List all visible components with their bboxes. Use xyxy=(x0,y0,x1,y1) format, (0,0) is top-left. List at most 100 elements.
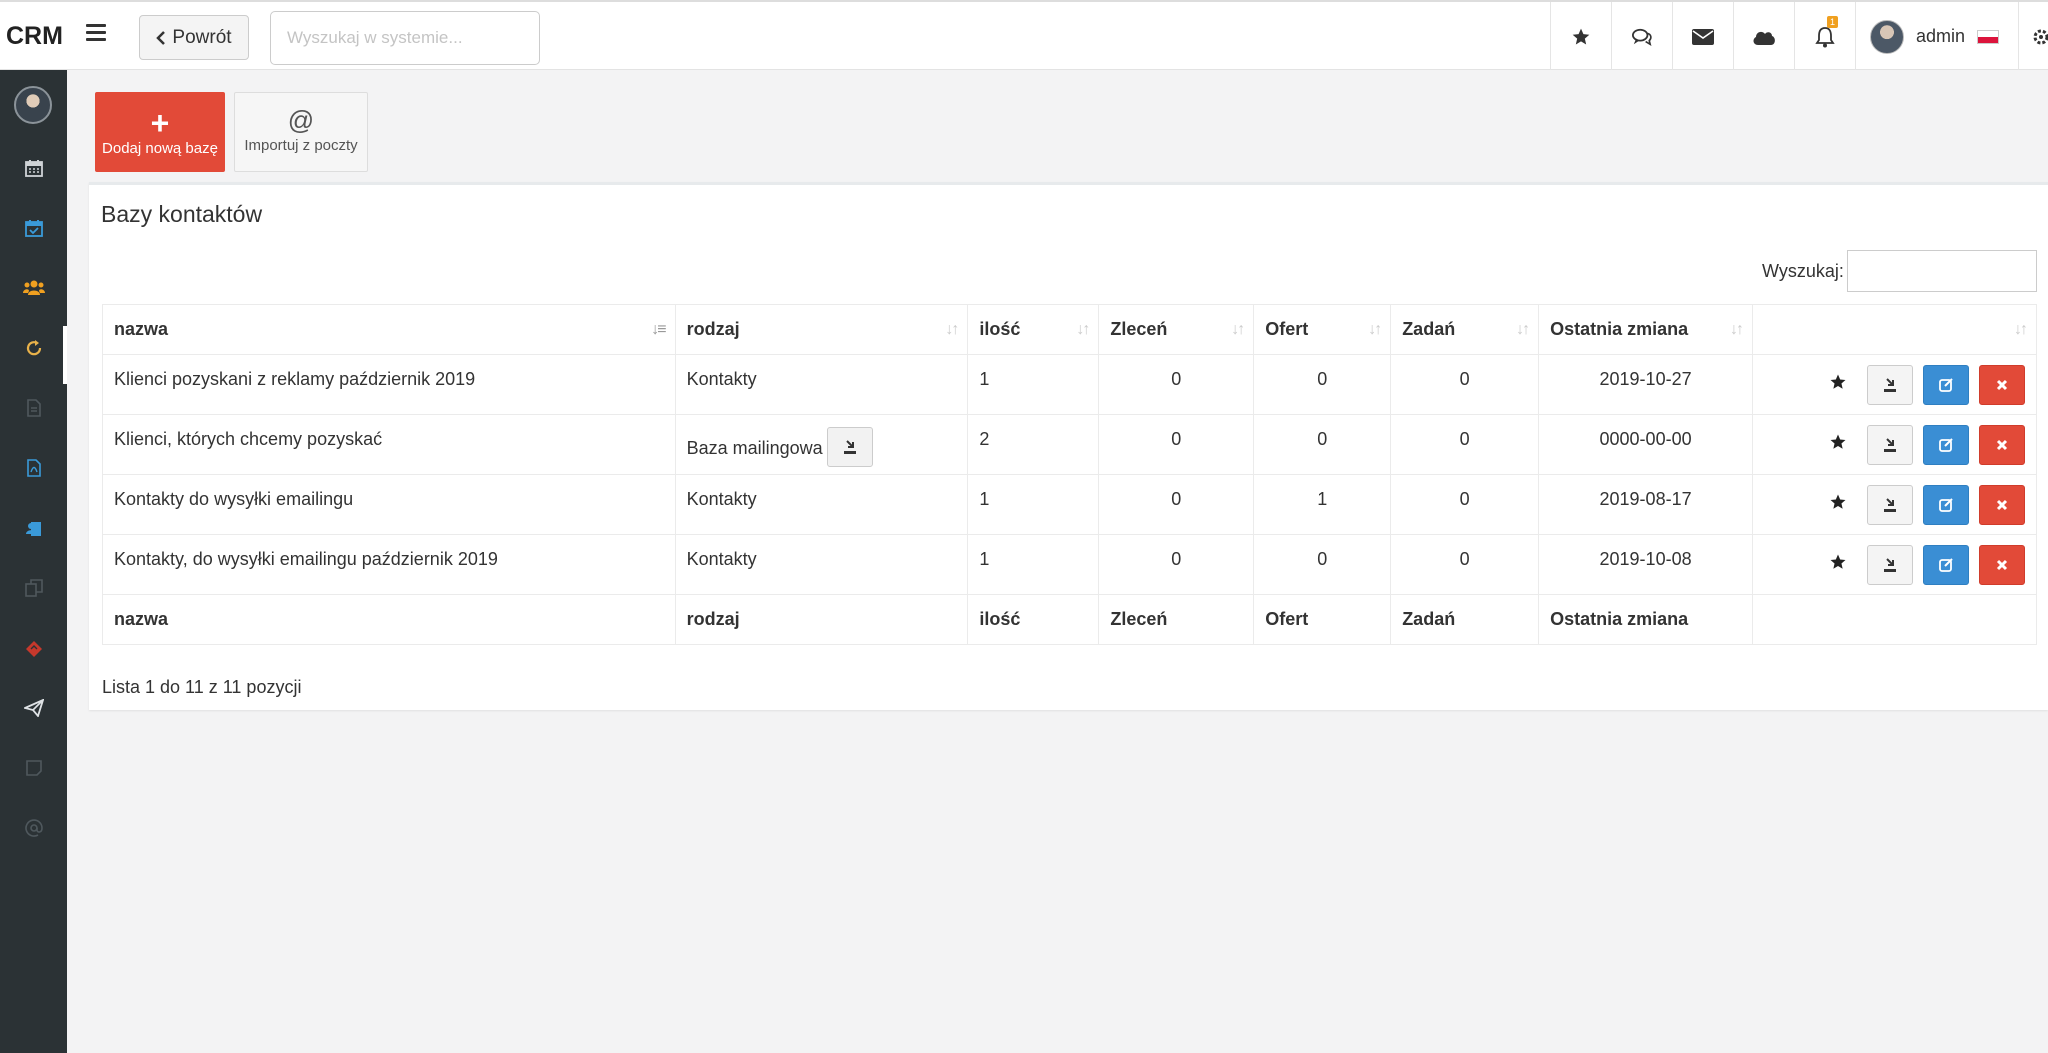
global-search-input[interactable] xyxy=(270,11,540,65)
sidebar-item-clients[interactable] xyxy=(0,498,67,558)
edit-button[interactable] xyxy=(1922,544,1969,585)
row-actions xyxy=(1752,354,2037,415)
column-header-actions[interactable]: ↓↑ xyxy=(1752,304,2037,355)
cell-ostatnia-zmiana: 2019-08-17 xyxy=(1538,474,1753,535)
column-header-label: rodzaj xyxy=(686,319,740,339)
cell-nazwa[interactable]: Klienci pozyskani z reklamy październik … xyxy=(102,354,676,415)
column-header-rodzaj[interactable]: rodzaj ↓↑ xyxy=(674,304,969,355)
table-footer-row: nazwa rodzaj ilość Zleceń Ofert Zadań Os… xyxy=(102,594,2037,645)
sidebar-item-calendar[interactable] xyxy=(0,138,67,198)
sidebar-item-mailing[interactable] xyxy=(0,678,67,738)
app-logo[interactable]: CRM xyxy=(6,22,63,51)
column-header-zadan[interactable]: Zadań ↓↑ xyxy=(1390,304,1540,355)
sort-icon: ↓↑ xyxy=(1231,321,1245,338)
favorite-star-icon[interactable] xyxy=(1829,493,1847,516)
close-icon xyxy=(1996,499,2008,510)
edit-button[interactable] xyxy=(1922,364,1969,405)
export-icon xyxy=(1883,497,1896,512)
export-button[interactable] xyxy=(1866,364,1913,405)
edit-icon xyxy=(1939,437,1953,452)
notifications-button[interactable]: 1 xyxy=(1794,2,1855,71)
sidebar-item-copies[interactable] xyxy=(0,558,67,618)
edit-icon xyxy=(1939,497,1953,512)
cloud-icon xyxy=(1753,31,1775,45)
delete-button[interactable] xyxy=(1979,424,2025,465)
sidebar-item-pdf[interactable] xyxy=(0,438,67,498)
delete-button[interactable] xyxy=(1979,364,2025,405)
export-button[interactable] xyxy=(1866,424,1913,465)
favorite-star-icon[interactable] xyxy=(1829,373,1847,396)
sidebar-item-refresh[interactable] xyxy=(0,318,67,378)
mailing-import-button[interactable] xyxy=(826,427,873,467)
tasks-count: 0 xyxy=(1459,429,1470,449)
comments-icon xyxy=(1631,28,1652,46)
cell-nazwa[interactable]: Kontakty, do wysyłki emailingu październ… xyxy=(102,534,676,595)
chat-button[interactable] xyxy=(1611,2,1672,71)
cloud-button[interactable] xyxy=(1733,2,1794,71)
close-icon xyxy=(1996,559,2008,570)
edit-button[interactable] xyxy=(1922,424,1969,465)
sidebar-item-tickets[interactable] xyxy=(0,618,67,678)
back-button[interactable]: Powrót xyxy=(139,15,249,60)
contact-bases-table: nazwa ↓≡ rodzaj ↓↑ ilość ↓↑ Zleceń ↓↑ Ofert ↓… xyxy=(102,304,2037,645)
orders-count: 0 xyxy=(1171,429,1182,449)
column-header-label: Ostatnia zmiana xyxy=(1550,319,1689,339)
column-header-ostatnia-zmiana[interactable]: Ostatnia zmiana ↓↑ xyxy=(1538,304,1753,355)
import-from-mail-button[interactable]: @ Importuj z poczty xyxy=(234,92,368,172)
footer-label: nazwa xyxy=(102,594,676,645)
calendar-check-icon xyxy=(24,220,43,237)
clipboard-user-icon xyxy=(25,522,41,536)
column-header-ilosc[interactable]: ilość ↓↑ xyxy=(967,304,1100,355)
favorite-star-icon[interactable] xyxy=(1829,553,1847,576)
table-info: Lista 1 do 11 z 11 pozycji xyxy=(102,677,302,697)
sidebar-item-tasks-calendar[interactable] xyxy=(0,198,67,258)
column-header-nazwa[interactable]: nazwa ↓≡ xyxy=(102,304,676,355)
favorite-star-icon[interactable] xyxy=(1829,433,1847,456)
users-icon xyxy=(22,280,45,295)
orders-count: 0 xyxy=(1171,489,1182,509)
sort-icon: ↓↑ xyxy=(1076,321,1090,338)
cell-ofert: 0 xyxy=(1253,534,1392,595)
table-filter-input[interactable] xyxy=(1847,250,2037,292)
cell-zadan: 0 xyxy=(1390,534,1540,595)
column-header-label: Zadań xyxy=(1402,319,1456,339)
delete-button[interactable] xyxy=(1979,544,2025,585)
sort-icon: ↓↑ xyxy=(1516,321,1530,338)
export-button[interactable] xyxy=(1866,544,1913,585)
offers-count: 1 xyxy=(1317,489,1328,509)
last-change-date: 0000-00-00 xyxy=(1599,429,1692,449)
favorites-button[interactable] xyxy=(1550,2,1611,71)
cell-zlecen: 0 xyxy=(1098,474,1255,535)
messages-button[interactable] xyxy=(1672,2,1733,71)
edit-button[interactable] xyxy=(1922,484,1969,525)
sidebar-item-contacts[interactable] xyxy=(0,258,67,318)
main-content: + Dodaj nową bazę @ Importuj z poczty Ba… xyxy=(67,70,2048,1053)
user-menu[interactable]: admin xyxy=(1855,2,2018,71)
bell-icon xyxy=(1815,26,1835,47)
delete-button[interactable] xyxy=(1979,484,2025,525)
base-name: Kontakty do wysyłki emailingu xyxy=(114,489,354,509)
sidebar-avatar[interactable] xyxy=(14,86,52,124)
file-icon xyxy=(26,399,41,417)
sidebar-item-documents[interactable] xyxy=(0,378,67,438)
last-change-date: 2019-10-08 xyxy=(1599,549,1692,569)
notifications-badge: 1 xyxy=(1827,16,1839,28)
cell-nazwa[interactable]: Kontakty do wysyłki emailingu xyxy=(102,474,676,535)
cell-rodzaj: Baza mailingowa xyxy=(674,414,969,475)
user-name: admin xyxy=(1916,26,1966,46)
sidebar-item-email[interactable] xyxy=(0,798,67,858)
offers-count: 0 xyxy=(1317,549,1328,569)
export-icon xyxy=(1883,377,1896,392)
add-base-button[interactable]: + Dodaj nową bazę xyxy=(95,92,225,172)
sidebar xyxy=(0,70,67,1053)
menu-toggle-icon[interactable] xyxy=(86,24,106,44)
export-button[interactable] xyxy=(1866,484,1913,525)
column-header-zlecen[interactable]: Zleceń ↓↑ xyxy=(1098,304,1255,355)
cell-nazwa[interactable]: Klienci, których chcemy pozyskać xyxy=(102,414,676,475)
column-header-ofert[interactable]: Ofert ↓↑ xyxy=(1253,304,1392,355)
settings-button[interactable] xyxy=(2018,2,2048,71)
row-actions xyxy=(1752,414,2037,475)
contact-count: 1 xyxy=(979,489,990,509)
sidebar-item-notes[interactable] xyxy=(0,738,67,798)
cell-ilosc: 1 xyxy=(967,474,1100,535)
